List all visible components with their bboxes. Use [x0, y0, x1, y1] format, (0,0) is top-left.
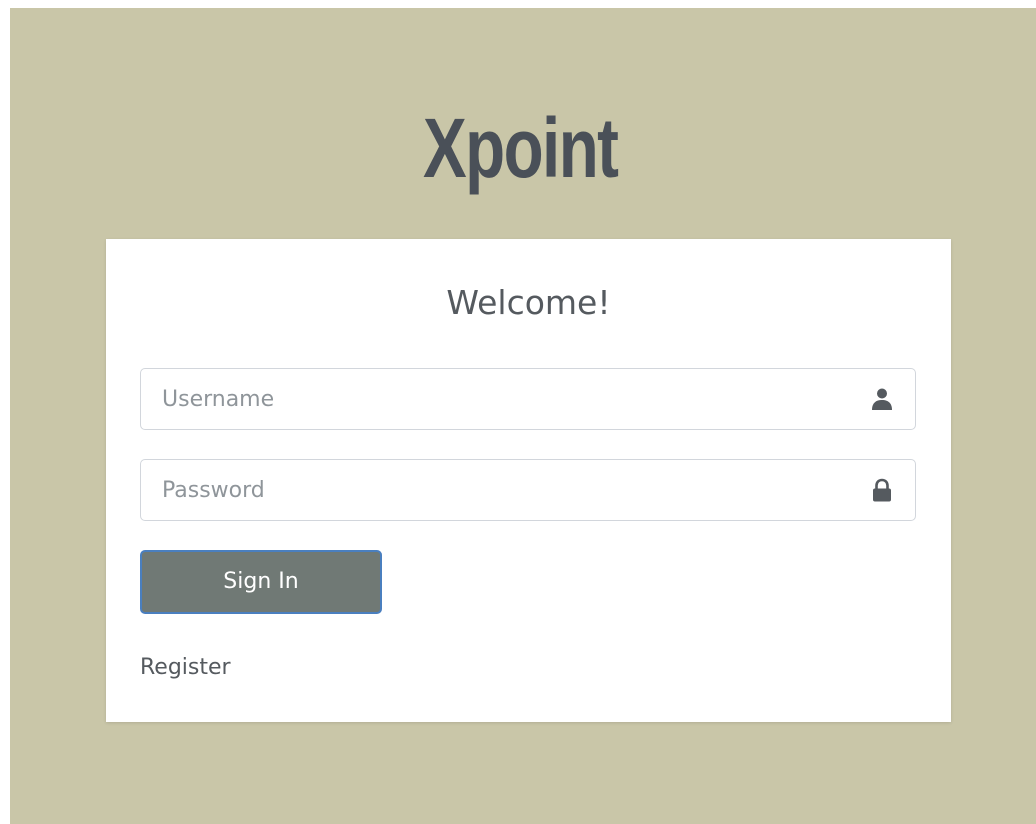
user-icon [869, 386, 895, 412]
password-input[interactable] [141, 460, 841, 520]
lock-icon [869, 477, 895, 503]
username-input[interactable] [141, 369, 841, 429]
login-card: Welcome! Sign In Register [106, 239, 951, 722]
password-field[interactable] [140, 459, 916, 521]
username-field[interactable] [140, 368, 916, 430]
sign-in-button[interactable]: Sign In [140, 550, 382, 614]
register-link[interactable]: Register [140, 653, 231, 683]
welcome-heading: Welcome! [446, 283, 611, 322]
app-logo: Xpoint [422, 101, 619, 195]
